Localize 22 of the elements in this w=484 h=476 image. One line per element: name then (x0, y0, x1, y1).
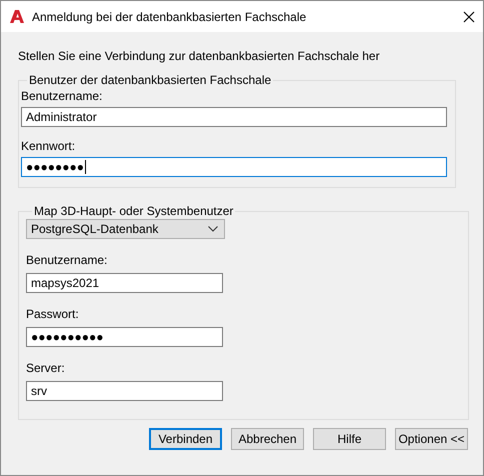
dialog-button[interactable]: Hilfe (313, 428, 386, 450)
field-label: Passwort: (26, 307, 80, 321)
chevron-down-icon (208, 226, 218, 232)
dialog-button[interactable]: Optionen << (395, 428, 468, 450)
input-field[interactable]: Administrator (21, 107, 447, 127)
field-label: Benutzername: (21, 89, 104, 103)
intro-text: Stellen Sie eine Verbindung zur datenbankbasierten Fachschale her (18, 49, 381, 63)
dialog-button[interactable]: Verbinden (149, 428, 222, 450)
input-field[interactable]: mapsys2021 (26, 273, 223, 293)
input-field[interactable]: srv (26, 381, 223, 401)
close-icon[interactable] (463, 10, 475, 22)
group-title: Benutzer der datenbankbasierten Fachschale (28, 73, 272, 87)
group-title: Map 3D-Haupt- oder Systembenutzer (33, 204, 234, 218)
dialog-button[interactable]: Abbrechen (231, 428, 304, 450)
field-label: Benutzername: (26, 253, 108, 267)
database-dropdown[interactable]: PostgreSQL-Datenbank (26, 219, 225, 239)
window-title: Anmeldung bei der datenbankbasierten Fachschale (32, 10, 308, 24)
input-field[interactable]: ●●●●●●●●●● (26, 327, 223, 347)
field-label: Server: (26, 361, 66, 375)
input-field[interactable]: ●●●●●●●● (21, 157, 447, 177)
app-logo-icon (10, 10, 24, 23)
field-label: Kennwort: (21, 139, 76, 153)
